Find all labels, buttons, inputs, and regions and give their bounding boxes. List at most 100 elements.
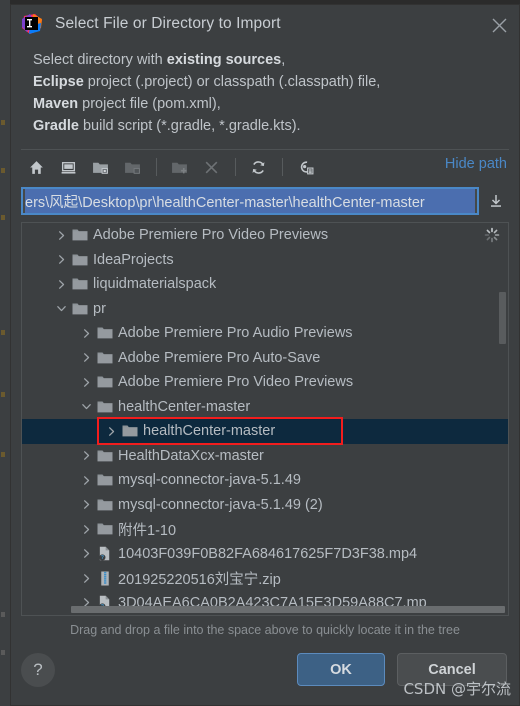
- hide-path-link[interactable]: Hide path: [445, 156, 507, 172]
- chevron-down-icon[interactable]: [78, 399, 94, 415]
- refresh-icon[interactable]: [243, 154, 273, 180]
- tree-row[interactable]: HealthDataXcx-master: [22, 444, 508, 469]
- tree-row-label: pr: [93, 300, 106, 317]
- chevron-right-icon[interactable]: [78, 546, 94, 562]
- folder-icon: [71, 252, 89, 268]
- tree-row[interactable]: pr: [22, 297, 508, 322]
- tree-row[interactable]: Adobe Premiere Pro Auto-Save: [22, 346, 508, 371]
- show-hidden-files-icon[interactable]: [290, 154, 320, 180]
- folder-icon: [96, 399, 114, 415]
- unknown-file-icon: ?: [96, 546, 114, 562]
- folder-icon: [96, 521, 114, 537]
- path-input-value: ers\风起\Desktop\pr\healthCenter-master\he…: [25, 189, 475, 213]
- description-line1-prefix: Select directory with: [33, 52, 167, 68]
- chevron-right-icon[interactable]: [78, 350, 94, 366]
- tree-row-label: Adobe Premiere Pro Video Previews: [93, 227, 329, 244]
- cancel-button[interactable]: Cancel: [397, 653, 507, 686]
- module-folder-icon: [117, 154, 147, 180]
- tree-row[interactable]: liquidmaterialspack: [22, 272, 508, 297]
- home-icon[interactable]: [21, 154, 51, 180]
- tree-row-label: 附件1-10: [118, 522, 177, 539]
- delete-icon: [196, 154, 226, 180]
- help-button[interactable]: ?: [21, 653, 55, 687]
- project-folder-icon[interactable]: [85, 154, 115, 180]
- tree-row-label: healthCenter-master: [143, 423, 276, 440]
- tree-row[interactable]: mysql-connector-java-5.1.49: [22, 468, 508, 493]
- tree-row-label: HealthDataXcx-master: [118, 447, 264, 464]
- toolbar-separator-2: [235, 158, 236, 176]
- tree-row[interactable]: Adobe Premiere Pro Video Previews: [22, 370, 508, 395]
- drag-drop-hint: Drag and drop a file into the space abov…: [70, 623, 460, 637]
- tree-row[interactable]: healthCenter-master: [22, 395, 508, 420]
- dialog-title: Select File or Directory to Import: [55, 15, 281, 32]
- ok-button[interactable]: OK: [297, 653, 385, 686]
- tree-horizontal-scrollbar-thumb[interactable]: [71, 606, 505, 613]
- chevron-right-icon[interactable]: [78, 374, 94, 390]
- tree-row[interactable]: 附件1-10: [22, 517, 508, 542]
- chevron-right-icon[interactable]: [53, 252, 69, 268]
- dialog-footer: ? OK Cancel CSDN @宇尔流: [11, 645, 519, 705]
- file-chooser-toolbar: Hide path: [21, 149, 509, 184]
- chevron-right-icon[interactable]: [53, 227, 69, 243]
- background-ide-strip: [0, 0, 10, 706]
- directory-tree[interactable]: Adobe Premiere Pro Video Previews IdeaPro…: [22, 223, 508, 615]
- screen: Select File or Directory to Import Selec…: [0, 0, 520, 706]
- folder-icon: [96, 350, 114, 366]
- close-icon[interactable]: [489, 15, 509, 35]
- description-line4-bold: Gradle: [33, 118, 79, 134]
- tree-horizontal-scrollbar[interactable]: [23, 605, 505, 614]
- description-line3-bold: Maven: [33, 96, 79, 112]
- tree-row[interactable]: 201925220516刘宝宁.zip: [22, 566, 508, 591]
- folder-icon: [96, 472, 114, 488]
- description-line2-rest: project (.project) or classpath (.classp…: [83, 74, 381, 90]
- toolbar-separator-1: [156, 158, 157, 176]
- new-folder-icon: [164, 154, 194, 180]
- description-line3-rest: project file (pom.xml),: [78, 96, 221, 112]
- tree-vertical-scrollbar-thumb[interactable]: [499, 292, 506, 344]
- description-line4-rest: build script (*.gradle, *.gradle.kts).: [78, 118, 301, 134]
- description-line-1: Select directory with existing sources,: [33, 49, 519, 71]
- intellij-idea-logo-icon: [21, 13, 43, 35]
- tree-row-label: Adobe Premiere Pro Auto-Save: [118, 349, 321, 366]
- chevron-right-icon[interactable]: [78, 448, 94, 464]
- tree-row[interactable]: Adobe Premiere Pro Video Previews: [22, 223, 508, 248]
- chevron-right-icon[interactable]: [78, 325, 94, 341]
- download-arrow-icon[interactable]: [483, 188, 509, 214]
- toolbar-separator-3: [282, 158, 283, 176]
- folder-icon: [121, 423, 139, 439]
- tree-row[interactable]: mysql-connector-java-5.1.49 (2): [22, 493, 508, 518]
- tree-row-label: Adobe Premiere Pro Video Previews: [118, 374, 354, 391]
- tree-row-label: Adobe Premiere Pro Audio Previews: [118, 325, 353, 342]
- folder-icon: [71, 227, 89, 243]
- tree-row-label: mysql-connector-java-5.1.49 (2): [118, 496, 323, 513]
- tree-vertical-scrollbar[interactable]: [498, 224, 507, 605]
- folder-icon: [96, 325, 114, 341]
- chevron-right-icon[interactable]: [53, 276, 69, 292]
- tree-row[interactable]: Adobe Premiere Pro Audio Previews: [22, 321, 508, 346]
- chevron-right-icon[interactable]: [78, 472, 94, 488]
- dialog-titlebar: Select File or Directory to Import: [11, 5, 519, 43]
- path-input-text: ers\风起\Desktop\pr\healthCenter-master\he…: [25, 194, 425, 211]
- chevron-down-icon[interactable]: [53, 301, 69, 317]
- path-input[interactable]: ers\风起\Desktop\pr\healthCenter-master\he…: [21, 187, 479, 215]
- chevron-right-icon[interactable]: [103, 423, 119, 439]
- tree-row[interactable]: ? 10403F039F0B82FA684617625F7D3F38.mp4: [22, 542, 508, 567]
- archive-file-icon: [96, 570, 114, 586]
- tree-row[interactable]: IdeaProjects: [22, 248, 508, 273]
- desktop-icon[interactable]: [53, 154, 83, 180]
- folder-icon: [96, 448, 114, 464]
- description-line-3: Maven project file (pom.xml),: [33, 93, 519, 115]
- tree-row-label: 10403F039F0B82FA684617625F7D3F38.mp4: [118, 545, 418, 562]
- chevron-right-icon[interactable]: [78, 570, 94, 586]
- tree-row-label: mysql-connector-java-5.1.49: [118, 472, 301, 489]
- path-field-row: ers\风起\Desktop\pr\healthCenter-master\he…: [21, 186, 509, 216]
- directory-tree-panel[interactable]: Adobe Premiere Pro Video Previews IdeaPro…: [21, 222, 509, 616]
- tree-row-selected[interactable]: healthCenter-master: [22, 419, 508, 444]
- chevron-right-icon[interactable]: [78, 521, 94, 537]
- folder-icon: [96, 374, 114, 390]
- folder-icon: [71, 301, 89, 317]
- chevron-right-icon[interactable]: [78, 497, 94, 513]
- description-line1-bold: existing sources: [166, 52, 282, 68]
- tree-row-label: 201925220516刘宝宁.zip: [118, 571, 281, 588]
- import-file-dialog: Select File or Directory to Import Selec…: [10, 4, 520, 706]
